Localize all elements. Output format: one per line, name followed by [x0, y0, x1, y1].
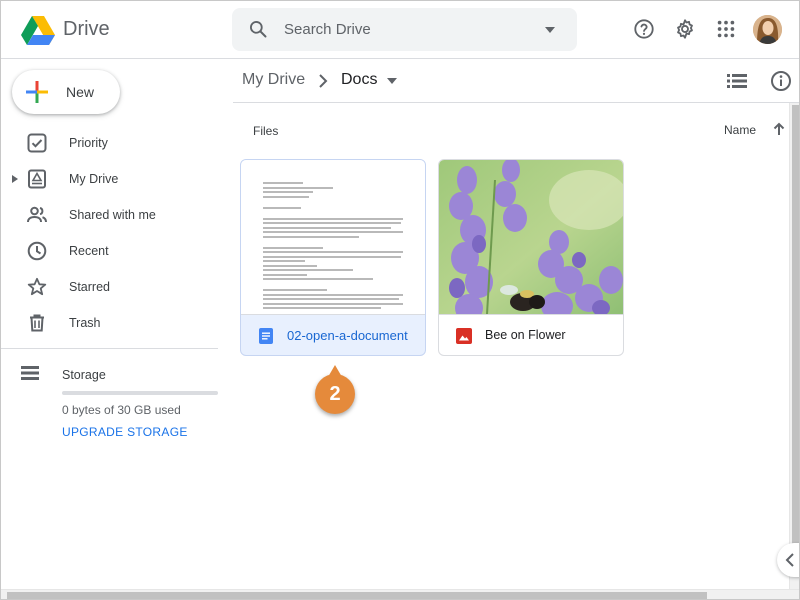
step-number: 2	[329, 383, 341, 405]
horizontal-scrollbar-thumb[interactable]	[7, 592, 707, 599]
image-file-icon	[456, 328, 472, 344]
apps-icon[interactable]	[715, 18, 737, 40]
sort-by-name-button[interactable]: Name	[724, 123, 756, 137]
bee-on-flower-photo-icon	[439, 160, 623, 314]
file-card-document[interactable]: 02-open-a-document	[240, 159, 426, 356]
avatar-photo-icon	[753, 15, 782, 44]
horizontal-scrollbar[interactable]	[1, 589, 799, 599]
account-avatar[interactable]	[753, 15, 782, 44]
file-card-footer: Bee on Flower	[439, 314, 623, 355]
vertical-scrollbar[interactable]	[789, 103, 799, 589]
sidebar-item-my-drive[interactable]: My Drive	[1, 163, 218, 195]
sidebar-item-label: Trash	[69, 316, 101, 330]
chevron-left-icon	[785, 553, 794, 567]
expand-arrow-icon[interactable]	[12, 175, 18, 183]
image-thumbnail	[439, 160, 623, 314]
chevron-right-icon	[319, 74, 328, 88]
sidebar-item-starred[interactable]: Starred	[1, 271, 218, 303]
side-panel-toggle-button[interactable]	[777, 543, 799, 577]
storage-usage-bar	[62, 391, 218, 395]
sort-arrow-up-icon[interactable]	[772, 122, 786, 136]
files-section-label: Files	[253, 124, 279, 138]
trash-icon	[30, 314, 44, 332]
sidebar-item-priority[interactable]: Priority	[1, 127, 218, 159]
google-docs-icon	[259, 328, 273, 344]
storage-label[interactable]: Storage	[62, 368, 106, 382]
my-drive-icon	[28, 169, 46, 189]
sidebar-item-label: Starred	[69, 280, 110, 294]
recent-icon	[27, 241, 47, 261]
app-name[interactable]: Drive	[63, 18, 110, 41]
new-button[interactable]: New	[12, 70, 120, 114]
list-view-icon[interactable]	[727, 72, 747, 90]
document-preview-lines	[263, 182, 405, 314]
sidebar-item-label: My Drive	[69, 172, 119, 186]
new-button-label: New	[66, 84, 95, 100]
search-icon[interactable]	[248, 19, 268, 39]
storage-used-text: 0 bytes of 30 GB used	[62, 403, 181, 417]
file-card-image[interactable]: Bee on Flower	[438, 159, 624, 356]
breadcrumb: My Drive Docs	[233, 59, 799, 103]
sidebar-item-label: Shared with me	[69, 208, 156, 222]
help-icon[interactable]	[633, 18, 655, 40]
sidebar-item-recent[interactable]: Recent	[1, 235, 218, 267]
info-icon[interactable]	[770, 70, 792, 92]
file-name: 02-open-a-document	[287, 328, 408, 343]
plus-icon	[26, 81, 48, 103]
settings-icon[interactable]	[674, 18, 696, 40]
file-card-footer: 02-open-a-document	[241, 314, 425, 355]
search-input[interactable]	[284, 18, 524, 40]
search-options-caret-icon[interactable]	[544, 24, 556, 36]
breadcrumb-my-drive[interactable]: My Drive	[242, 71, 305, 89]
document-thumbnail	[241, 160, 425, 314]
shared-icon	[27, 206, 47, 223]
search-box[interactable]	[232, 8, 577, 51]
priority-icon	[27, 133, 47, 153]
sidebar-item-shared-with-me[interactable]: Shared with me	[1, 199, 218, 231]
drive-window: Drive Search Drive New Priority My Drive…	[0, 0, 800, 600]
upgrade-storage-link[interactable]: UPGRADE STORAGE	[62, 425, 188, 439]
sidebar-item-trash[interactable]: Trash	[1, 307, 218, 339]
drive-logo-icon[interactable]	[21, 15, 55, 45]
file-name: Bee on Flower	[485, 328, 566, 342]
vertical-scrollbar-thumb[interactable]	[792, 105, 799, 565]
sidebar-divider	[1, 348, 218, 349]
chevron-down-icon[interactable]	[387, 77, 397, 85]
top-bar: Drive	[1, 1, 799, 59]
storage-icon	[21, 366, 39, 380]
star-icon	[27, 277, 47, 296]
sidebar-item-label: Priority	[69, 136, 108, 150]
step-callout-badge: 2	[315, 365, 355, 414]
sidebar-item-label: Recent	[69, 244, 109, 258]
breadcrumb-current-folder[interactable]: Docs	[341, 71, 377, 89]
